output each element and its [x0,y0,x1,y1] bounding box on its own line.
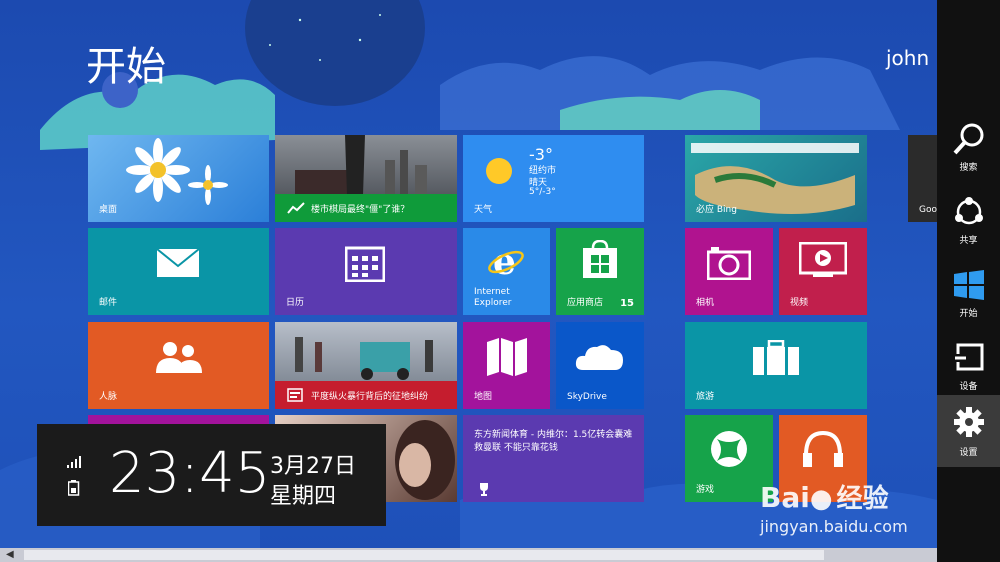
tile-weather[interactable]: -3° 纽约市 晴天 5°/-3° 天气 [463,135,644,222]
clock-time: 23:45 [109,441,271,506]
charm-devices[interactable]: 设备 [937,329,1000,401]
charm-settings[interactable]: 设置 [937,395,1000,467]
cloud-icon [575,345,623,370]
clock-weekday: 星期四 [270,484,337,509]
internet-explorer-icon: e [488,242,524,278]
tile-store[interactable]: 应用商店 15 [556,228,644,315]
charm-label: 搜索 [959,163,978,173]
baidu-watermark: Bai● 经验 jingyan.baidu.com [760,478,908,536]
tile-skydrive[interactable]: SkyDrive [556,322,644,409]
tile-label: SkyDrive [567,392,607,402]
tile-people[interactable]: 人脉 [88,322,269,409]
tile-video[interactable]: 视频 [779,228,867,315]
tile-label: 游戏 [696,485,715,495]
sun-icon [486,158,512,184]
signal-icon [67,456,81,468]
tile-calendar[interactable]: 日历 [275,228,457,315]
paw-icon: ● [809,484,833,514]
tile-travel[interactable]: 旅游 [685,322,867,409]
tile-news[interactable]: 楼市棋局最终"僵"了谁？ [275,135,457,222]
tile-label: Internet Explorer [474,287,512,308]
tile-desktop[interactable]: 桌面 [88,135,269,222]
windows-icon [954,270,984,300]
charm-label: 共享 [959,236,978,246]
lock-clock-panel: 23:45 3月27日 星期四 [37,424,386,526]
charm-label: 设备 [959,382,978,392]
battery-icon [68,480,80,496]
tile-camera[interactable]: 相机 [685,228,773,315]
calendar-icon [345,246,385,282]
tile-label: 人脉 [99,392,118,402]
charm-label: 设置 [959,448,978,458]
weather-range: 5°/-3° [529,187,556,197]
gear-icon [954,407,984,437]
charm-label: 开始 [959,309,978,319]
tile-sports[interactable]: 东方新闻体育 - 内维尔：1.5亿转会囊难救曼联 不能只靠花钱 [463,415,644,502]
trophy-icon [480,483,488,496]
tile-maps[interactable]: 地图 [463,322,550,409]
scroll-left-arrow-icon[interactable]: ◀ [6,549,14,560]
search-icon [953,123,984,155]
news-caption-bar: 楼市棋局最终"僵"了谁？ [275,194,457,222]
protest-photo [295,337,433,380]
xbox-icon [711,431,747,467]
tile-mail[interactable]: 邮件 [88,228,269,315]
headphones-icon [803,430,843,467]
tile-label: 必应 Bing [696,205,737,215]
store-update-badge: 15 [620,298,634,309]
charm-search[interactable]: 搜索 [937,110,1000,182]
user-name[interactable]: john [886,46,929,70]
sports-headline: 东方新闻体育 - 内维尔：1.5亿转会囊难救曼联 不能只靠花钱 [474,430,633,453]
tile-label: 楼市棋局最终"僵"了谁？ [311,205,410,215]
charm-start[interactable]: 开始 [937,256,1000,328]
tile-label: 地图 [474,392,493,402]
tile-google-partial[interactable]: Goo [908,135,937,222]
tile-label: 相机 [696,298,715,308]
horizontal-scrollbar[interactable]: ◀ [0,548,937,562]
tile-label: 应用商店 [567,298,604,308]
tile-label: 旅游 [696,392,715,402]
charms-bar: 搜索 共享 开始 设备 设置 [937,0,1000,562]
news-icon [287,388,303,402]
tile-ie[interactable]: e Internet Explorer [463,228,550,315]
tile-bing[interactable]: 必应 Bing [685,135,867,222]
watermark-url: jingyan.baidu.com [760,517,908,536]
page-title: 开始 [86,44,166,90]
watermark-brand: Bai [760,481,810,514]
tile-label: 日历 [286,298,305,308]
city-photo [295,135,427,195]
charm-share[interactable]: 共享 [937,183,1000,255]
start-screen: 开始 john 桌面 楼市棋局最终"僵"了谁？ -3° 纽约市 晴天 5°/-3… [0,0,1000,562]
tile-label: 视频 [790,298,809,308]
store-bag-icon [583,240,617,278]
clock-date: 3月27日 [270,454,356,479]
weather-temp: -3° [529,145,553,164]
tile-label: 邮件 [99,298,118,308]
chart-up-icon [287,202,305,214]
tile-label: Goo [919,205,937,215]
video-icon [799,242,847,277]
tile-label: 桌面 [99,205,118,215]
scrollbar-thumb[interactable] [24,550,824,560]
bing-search-box[interactable] [691,143,859,153]
map-icon [487,338,527,376]
news-caption-bar: 平度纵火暴行背后的征地纠纷 [275,381,457,409]
suitcase-icon [753,340,799,375]
camera-icon [707,247,751,280]
share-icon [955,197,983,225]
tile-news2[interactable]: 平度纵火暴行背后的征地纠纷 [275,322,457,409]
watermark-brand2: 经验 [836,484,889,514]
tile-label: 平度纵火暴行背后的征地纠纷 [311,392,429,402]
people-icon [156,342,202,373]
envelope-icon [156,248,200,277]
tile-label: 天气 [474,205,493,215]
devices-icon [954,343,984,371]
